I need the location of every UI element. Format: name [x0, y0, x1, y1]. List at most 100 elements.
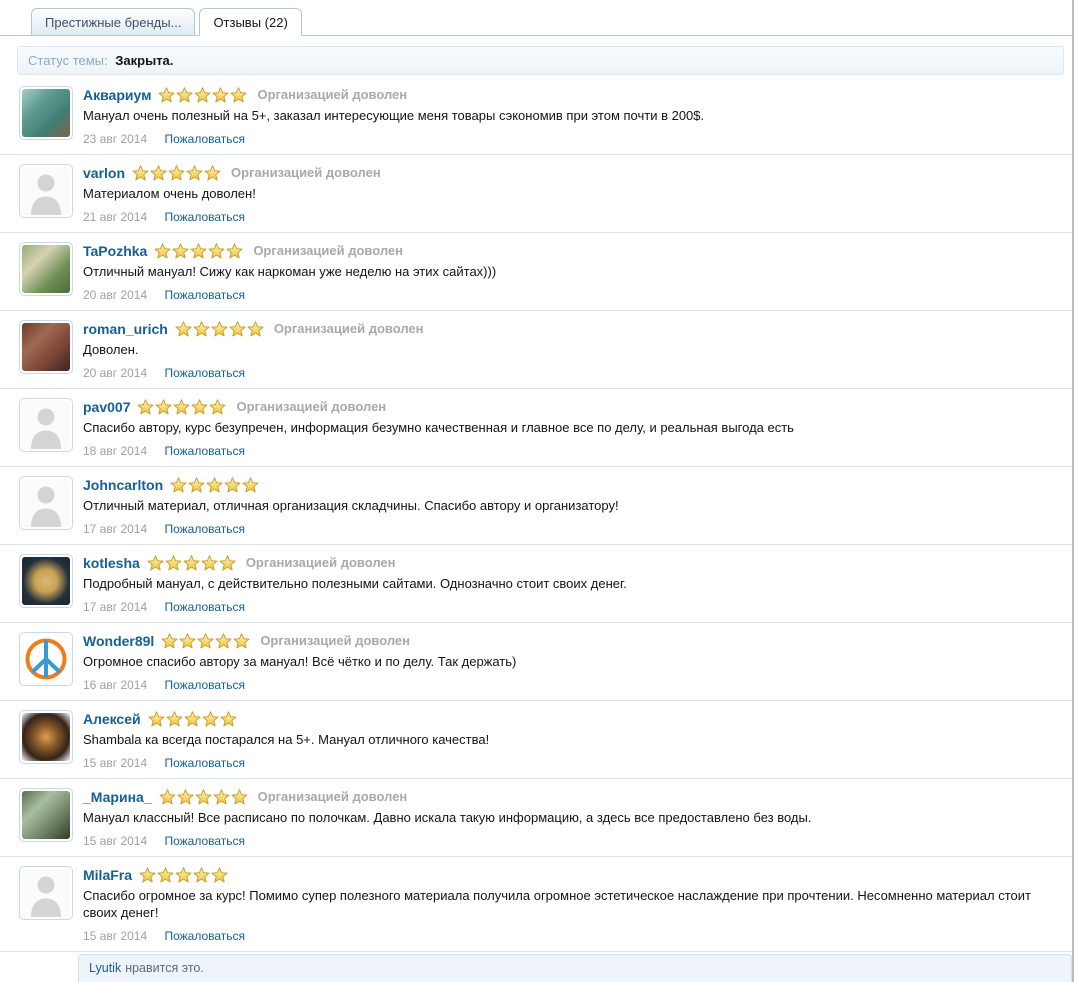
username-link[interactable]: TaPozhka — [83, 242, 147, 260]
username-link[interactable]: Алексей — [83, 710, 141, 728]
review-item: varlon Организацией доволен Материалом о… — [0, 155, 1072, 233]
rating-stars — [170, 477, 259, 493]
review-meta: 15 авг 2014 Пожаловаться — [83, 930, 1064, 943]
rating-stars — [148, 711, 237, 727]
user-avatar[interactable] — [19, 242, 73, 296]
review-header: Wonder89l Организацией доволен — [83, 632, 1064, 650]
username-link[interactable]: roman_urich — [83, 320, 168, 338]
user-avatar[interactable] — [19, 86, 73, 140]
org-satisfied-label: Организацией доволен — [257, 87, 408, 102]
username-link[interactable]: kotlesha — [83, 554, 140, 572]
reviews-page: Престижные бренды... Отзывы (22) Статус … — [0, 0, 1074, 982]
report-link[interactable]: Пожаловаться — [164, 288, 245, 302]
review-date: 21 авг 2014 — [83, 210, 148, 224]
org-satisfied-label: Организацией доволен — [273, 321, 424, 336]
rating-stars — [147, 555, 236, 571]
report-link[interactable]: Пожаловаться — [164, 834, 245, 848]
rating-stars — [161, 633, 250, 649]
report-link[interactable]: Пожаловаться — [164, 522, 245, 536]
user-avatar[interactable] — [19, 164, 73, 218]
report-link[interactable]: Пожаловаться — [164, 929, 245, 943]
report-link[interactable]: Пожаловаться — [164, 678, 245, 692]
org-satisfied-label: Организацией доволен — [257, 789, 408, 804]
username-link[interactable]: varlon — [83, 164, 125, 182]
review-item: Алексей Shambala ка всегда постарался на… — [0, 701, 1072, 779]
review-list: Аквариум Организацией доволен Мануал оче… — [0, 77, 1072, 952]
review-body: Wonder89l Организацией доволен Огромное … — [83, 632, 1064, 692]
review-text: Shambala ка всегда постарался на 5+. Ман… — [83, 732, 490, 747]
review-body: Аквариум Организацией доволен Мануал оче… — [83, 86, 1064, 146]
likes-bar: Lyutik нравится это. — [78, 954, 1072, 982]
review-body: MilaFra Спасибо огромное за курс! Помимо… — [83, 866, 1064, 943]
rating-stars — [158, 87, 247, 103]
review-item: Wonder89l Организацией доволен Огромное … — [0, 623, 1072, 701]
username-link[interactable]: _Марина_ — [83, 788, 152, 806]
org-satisfied-label: Организацией доволен — [260, 633, 410, 648]
user-avatar[interactable] — [19, 632, 73, 686]
tab-prestige-brands[interactable]: Престижные бренды... — [31, 8, 196, 36]
review-item: pav007 Организацией доволен Спасибо авто… — [0, 389, 1072, 467]
org-satisfied-label: Организацией доволен — [231, 165, 381, 180]
review-item: Аквариум Организацией доволен Мануал оче… — [0, 77, 1072, 155]
user-avatar[interactable] — [19, 554, 73, 608]
username-link[interactable]: MilaFra — [83, 866, 132, 884]
review-date: 18 авг 2014 — [83, 444, 148, 458]
tab-reviews[interactable]: Отзывы (22) — [199, 8, 302, 36]
user-avatar[interactable] — [19, 476, 73, 530]
review-date: 23 авг 2014 — [83, 132, 148, 146]
report-link[interactable]: Пожаловаться — [164, 132, 245, 146]
user-avatar[interactable] — [19, 710, 73, 764]
user-avatar[interactable] — [19, 320, 73, 374]
report-link[interactable]: Пожаловаться — [164, 444, 245, 458]
report-link[interactable]: Пожаловаться — [164, 366, 245, 380]
review-body: Алексей Shambala ка всегда постарался на… — [83, 710, 1064, 770]
username-link[interactable]: Wonder89l — [83, 632, 154, 650]
review-body: Johncarlton Отличный материал, отличная … — [83, 476, 1064, 536]
thread-status-value: Закрыта. — [115, 53, 174, 68]
review-header: MilaFra — [83, 866, 1064, 884]
review-date: 20 авг 2014 — [83, 288, 148, 302]
report-link[interactable]: Пожаловаться — [164, 756, 245, 770]
default-avatar — [22, 479, 70, 527]
review-header: _Марина_ Организацией доволен — [83, 788, 1064, 806]
review-meta: 21 авг 2014 Пожаловаться — [83, 211, 1064, 224]
review-text: Подробный мануал, с действительно полезн… — [83, 576, 627, 591]
review-text: Мануал классный! Все расписано по полочк… — [83, 810, 812, 825]
review-body: pav007 Организацией доволен Спасибо авто… — [83, 398, 1064, 458]
review-item: TaPozhka Организацией доволен Отличный м… — [0, 233, 1072, 311]
review-header: pav007 Организацией доволен — [83, 398, 1064, 416]
review-text: Спасибо огромное за курс! Помимо супер п… — [83, 888, 1031, 920]
report-link[interactable]: Пожаловаться — [164, 600, 245, 614]
review-item: kotlesha Организацией доволен Подробный … — [0, 545, 1072, 623]
review-body: varlon Организацией доволен Материалом о… — [83, 164, 1064, 224]
review-text: Доволен. — [83, 342, 139, 357]
user-avatar[interactable] — [19, 788, 73, 842]
username-link[interactable]: Аквариум — [83, 86, 151, 104]
user-avatar[interactable] — [19, 398, 73, 452]
user-avatar[interactable] — [19, 866, 73, 920]
rating-stars — [175, 321, 264, 337]
review-item: _Марина_ Организацией доволен Мануал кла… — [0, 779, 1072, 857]
liker-link[interactable]: Lyutik — [89, 961, 121, 975]
org-satisfied-label: Организацией доволен — [245, 555, 396, 570]
default-avatar — [22, 401, 70, 449]
review-date: 16 авг 2014 — [83, 678, 148, 692]
review-meta: 20 авг 2014 Пожаловаться — [83, 289, 1064, 302]
review-header: kotlesha Организацией доволен — [83, 554, 1064, 572]
review-meta: 17 авг 2014 Пожаловаться — [83, 601, 1064, 614]
review-meta: 15 авг 2014 Пожаловаться — [83, 757, 1064, 770]
review-header: Johncarlton — [83, 476, 1064, 494]
rating-stars — [137, 399, 226, 415]
review-text: Отличный мануал! Сижу как наркоман уже н… — [83, 264, 497, 279]
review-header: TaPozhka Организацией доволен — [83, 242, 1064, 260]
username-link[interactable]: pav007 — [83, 398, 130, 416]
org-satisfied-label: Организацией доволен — [236, 399, 387, 414]
username-link[interactable]: Johncarlton — [83, 476, 163, 494]
review-text: Отличный материал, отличная организация … — [83, 498, 619, 513]
review-meta: 17 авг 2014 Пожаловаться — [83, 523, 1064, 536]
report-link[interactable]: Пожаловаться — [164, 210, 245, 224]
review-date: 17 авг 2014 — [83, 522, 148, 536]
thread-status-bar: Статус темы: Закрыта. — [17, 46, 1064, 75]
review-text: Огромное спасибо автору за мануал! Всё ч… — [83, 654, 517, 669]
review-meta: 16 авг 2014 Пожаловаться — [83, 679, 1064, 692]
